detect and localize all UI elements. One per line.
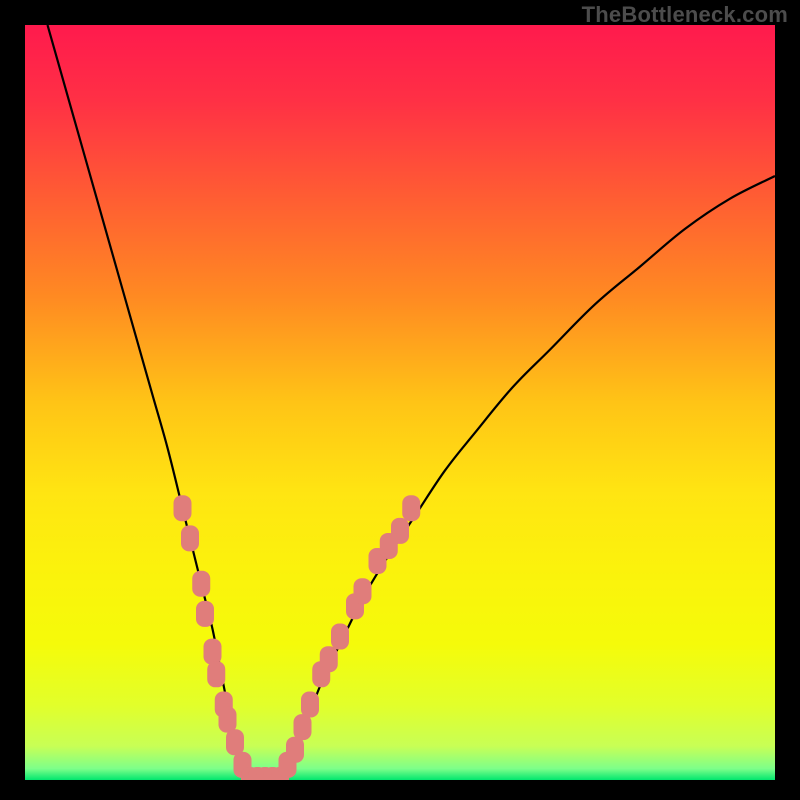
curve-marker	[402, 495, 420, 521]
curve-marker	[294, 714, 312, 740]
curve-marker	[192, 571, 210, 597]
curve-marker	[196, 601, 214, 627]
chart-frame: TheBottleneck.com	[0, 0, 800, 800]
curve-marker	[181, 525, 199, 551]
gradient-background	[25, 25, 775, 780]
curve-marker	[174, 495, 192, 521]
curve-marker	[226, 729, 244, 755]
curve-marker	[354, 578, 372, 604]
curve-marker	[207, 661, 225, 687]
curve-marker	[391, 518, 409, 544]
curve-marker	[331, 624, 349, 650]
curve-marker	[219, 707, 237, 733]
curve-marker	[286, 737, 304, 763]
chart-svg	[25, 25, 775, 780]
watermark-text: TheBottleneck.com	[582, 2, 788, 28]
curve-marker	[204, 639, 222, 665]
plot-area	[25, 25, 775, 780]
curve-marker	[301, 692, 319, 718]
curve-marker	[320, 646, 338, 672]
